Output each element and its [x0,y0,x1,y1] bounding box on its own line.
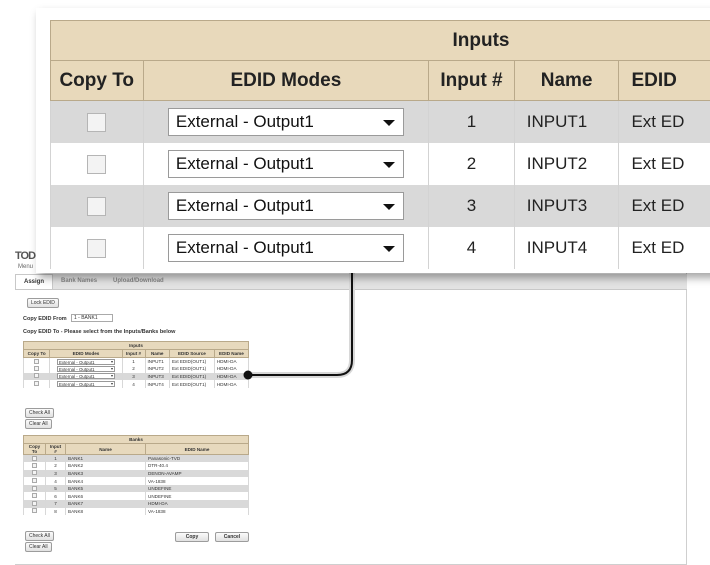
edid-mode-select[interactable]: External - Output1 [167,107,404,136]
edid-source: Ext ED [618,100,710,143]
edid-mode-select[interactable]: External - Output1 [167,233,404,262]
col-edid-modes: EDID Modes [142,60,430,101]
input-number: 4 [428,226,515,269]
edid-mode-value: External - Output1 [175,153,314,173]
edid-mode-select[interactable]: External - Output1 [167,149,404,178]
copy-to-checkbox[interactable] [87,238,107,258]
edid-mode-select[interactable]: External - Output1 [167,191,404,220]
table-row: External - Output1 4 INPUT4 Ext ED [50,226,710,269]
figure: TOD Menu Assign Bank Names Upload/Downlo… [0,0,710,565]
chevron-down-icon [382,203,395,210]
col-copy-to: Copy To [50,60,144,101]
zoomed-inputs-panel: Inputs Copy To EDID Modes Input # Name E… [36,8,710,273]
edid-mode-value: External - Output1 [175,195,314,215]
callout-line [252,270,353,376]
input-name: INPUT2 [513,142,620,185]
inputs-table-zoomed: Inputs Copy To EDID Modes Input # Name E… [50,20,710,269]
callout-line-shadow [252,270,355,378]
chevron-down-icon [382,119,395,126]
edid-source: Ext ED [618,184,710,227]
col-input-num: Input # [428,60,515,101]
input-name: INPUT3 [513,184,620,227]
edid-mode-value: External - Output1 [175,237,314,257]
input-number: 2 [428,142,515,185]
table-row: External - Output1 3 INPUT3 Ext ED [50,184,710,227]
copy-to-checkbox[interactable] [87,196,107,216]
inputs-title: Inputs [50,20,710,61]
chevron-down-icon [382,245,395,252]
edid-source: Ext ED [618,142,710,185]
copy-to-checkbox[interactable] [87,112,107,132]
callout-dot [243,370,253,380]
input-number: 1 [428,100,515,143]
copy-to-checkbox[interactable] [87,154,107,174]
table-row: External - Output1 2 INPUT2 Ext ED [50,142,710,185]
col-name: Name [513,60,620,101]
table-row: External - Output1 1 INPUT1 Ext ED [50,100,710,143]
edid-mode-value: External - Output1 [175,111,314,131]
chevron-down-icon [382,161,395,168]
input-name: INPUT4 [513,226,620,269]
col-edid-source: EDID [618,60,710,101]
input-number: 3 [428,184,515,227]
input-name: INPUT1 [513,100,620,143]
edid-source: Ext ED [618,226,710,269]
